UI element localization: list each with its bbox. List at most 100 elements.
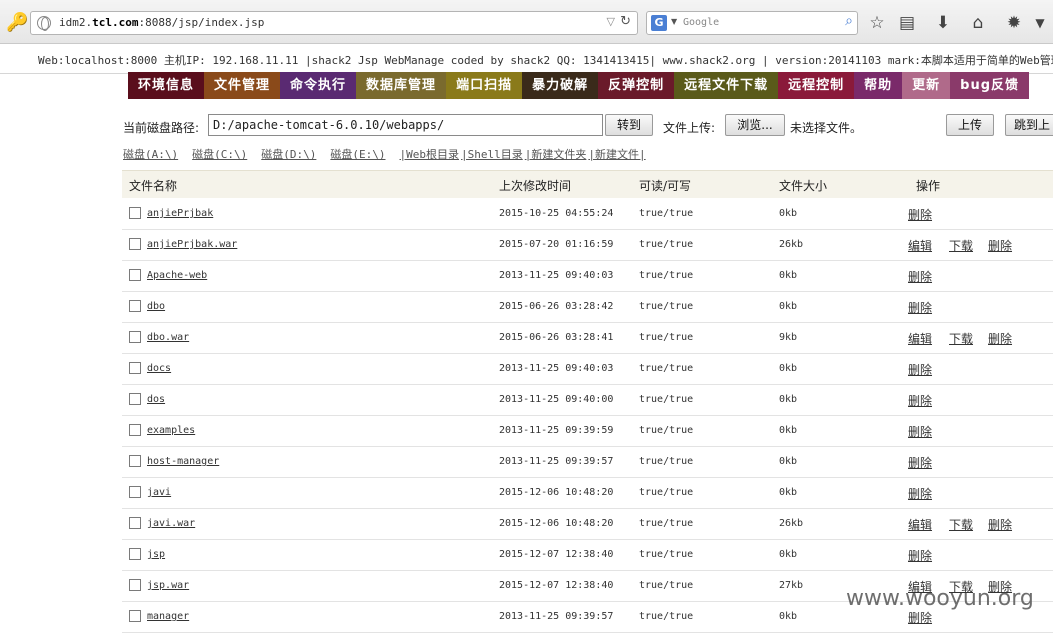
nav-tab[interactable]: 远程文件下载 <box>674 72 779 99</box>
file-name-link[interactable]: jsp <box>147 549 165 560</box>
modified-time: 2013-11-25 09:40:00 <box>499 394 614 405</box>
shell-info-bar: Web:localhost:8000 主机IP: 192.168.11.11 |… <box>0 44 1053 74</box>
shell-dir-link[interactable]: |Shell目录 <box>461 148 523 161</box>
file-name-link[interactable]: javi <box>147 487 171 498</box>
web-root-link[interactable]: |Web根目录 <box>400 148 460 161</box>
nav-tab[interactable]: 环境信息 <box>128 72 205 99</box>
delete-link[interactable]: 删除 <box>908 423 932 440</box>
download-link[interactable]: 下载 <box>949 516 973 533</box>
drive-e-link[interactable]: 磁盘(E:\) <box>330 148 385 161</box>
file-name-link[interactable]: javi.war <box>147 518 195 529</box>
download-icon[interactable]: ⬇ <box>932 12 954 34</box>
download-link[interactable]: 下载 <box>949 330 973 347</box>
upload-button[interactable]: 上传 <box>946 114 994 136</box>
row-checkbox[interactable] <box>129 610 141 622</box>
rw-permission: true/true <box>639 208 694 219</box>
drive-c-link[interactable]: 磁盘(C:\) <box>192 148 247 161</box>
file-size: 0kb <box>779 208 798 219</box>
nav-tab[interactable]: 暴力破解 <box>522 72 599 99</box>
file-name-link[interactable]: host-manager <box>147 456 219 467</box>
delete-link[interactable]: 删除 <box>908 361 932 378</box>
delete-link[interactable]: 删除 <box>908 609 932 626</box>
delete-link[interactable]: 删除 <box>908 268 932 285</box>
delete-link[interactable]: 删除 <box>908 485 932 502</box>
reload-icon[interactable]: ↻ <box>620 14 631 29</box>
delete-link[interactable]: 删除 <box>988 237 1012 254</box>
file-name-link[interactable]: anjiePrjbak.war <box>147 239 237 250</box>
row-checkbox[interactable] <box>129 207 141 219</box>
nav-tab[interactable]: 文件管理 <box>204 72 281 99</box>
row-checkbox[interactable] <box>129 486 141 498</box>
bookmark-star-icon[interactable]: ☆ <box>866 12 888 34</box>
nav-tab[interactable]: 端口扫描 <box>446 72 523 99</box>
addon-icon[interactable]: ✹ <box>1003 12 1025 34</box>
modified-time: 2013-11-25 09:39:57 <box>499 456 614 467</box>
edit-link[interactable]: 编辑 <box>908 237 932 254</box>
table-row: anjiePrjbak.war 2015-07-20 01:16:59 true/t… <box>122 230 1053 261</box>
nav-tab[interactable]: bug反馈 <box>950 72 1030 99</box>
row-checkbox[interactable] <box>129 455 141 467</box>
edit-link[interactable]: 编辑 <box>908 516 932 533</box>
row-checkbox[interactable] <box>129 517 141 529</box>
file-name-link[interactable]: manager <box>147 611 189 622</box>
file-name-link[interactable]: anjiePrjbak <box>147 208 213 219</box>
delete-link[interactable]: 删除 <box>988 330 1012 347</box>
row-checkbox[interactable] <box>129 579 141 591</box>
watermark: www.wooyun.org <box>846 586 1034 611</box>
search-bar[interactable]: G ▼ Google ⌕ <box>646 11 858 35</box>
path-input[interactable] <box>208 114 603 136</box>
table-row: javi 2015-12-06 10:48:20 true/true 0kb 删除 <box>122 478 1053 509</box>
nav-tab[interactable]: 命令执行 <box>280 72 357 99</box>
new-file-link[interactable]: |新建文件| <box>588 148 645 161</box>
table-row: jsp 2015-12-07 12:38:40 true/true 0kb 删除 <box>122 540 1053 571</box>
google-icon[interactable]: G <box>651 15 667 31</box>
delete-link[interactable]: 删除 <box>908 392 932 409</box>
file-name-link[interactable]: jsp.war <box>147 580 189 591</box>
url-dropdown-icon[interactable]: ▽ <box>607 15 615 28</box>
row-checkbox[interactable] <box>129 424 141 436</box>
row-checkbox[interactable] <box>129 362 141 374</box>
new-folder-link[interactable]: |新建文件夹 <box>525 148 587 161</box>
modified-time: 2015-12-07 12:38:40 <box>499 580 614 591</box>
row-checkbox[interactable] <box>129 269 141 281</box>
file-name-link[interactable]: Apache-web <box>147 270 207 281</box>
browse-button[interactable]: 浏览... <box>725 114 785 136</box>
delete-link[interactable]: 删除 <box>908 206 932 223</box>
go-button[interactable]: 转到 <box>605 114 653 136</box>
nav-tab[interactable]: 帮助 <box>854 72 903 99</box>
file-name-link[interactable]: dbo.war <box>147 332 189 343</box>
delete-link[interactable]: 删除 <box>908 454 932 471</box>
row-checkbox[interactable] <box>129 548 141 560</box>
search-engine-dropdown-icon[interactable]: ▼ <box>671 17 677 26</box>
delete-link[interactable]: 删除 <box>908 547 932 564</box>
row-checkbox[interactable] <box>129 393 141 405</box>
nav-tab[interactable]: 更新 <box>902 72 951 99</box>
delete-link[interactable]: 删除 <box>988 516 1012 533</box>
file-name-link[interactable]: dos <box>147 394 165 405</box>
row-checkbox[interactable] <box>129 238 141 250</box>
edit-link[interactable]: 编辑 <box>908 330 932 347</box>
file-name-link[interactable]: dbo <box>147 301 165 312</box>
rw-permission: true/true <box>639 549 694 560</box>
row-checkbox[interactable] <box>129 331 141 343</box>
drive-d-link[interactable]: 磁盘(D:\) <box>261 148 316 161</box>
delete-link[interactable]: 删除 <box>908 299 932 316</box>
url-text[interactable]: idm2.tcl.com:8088/jsp/index.jsp <box>59 16 264 29</box>
nav-tab[interactable]: 反弹控制 <box>598 72 675 99</box>
menu-dropdown-icon[interactable]: ▼ <box>1029 12 1051 34</box>
search-placeholder[interactable]: Google <box>683 17 719 28</box>
home-icon[interactable]: ⌂ <box>967 12 989 34</box>
nav-tab[interactable]: 远程控制 <box>778 72 855 99</box>
row-checkbox[interactable] <box>129 300 141 312</box>
search-icon[interactable]: ⌕ <box>845 13 853 29</box>
bookmarks-list-icon[interactable]: ▤ <box>896 12 918 34</box>
address-bar[interactable]: idm2.tcl.com:8088/jsp/index.jsp ▽ ↻ <box>30 11 638 35</box>
nav-tab[interactable]: 数据库管理 <box>356 72 447 99</box>
download-link[interactable]: 下载 <box>949 237 973 254</box>
file-size: 26kb <box>779 239 804 250</box>
drive-a-link[interactable]: 磁盘(A:\) <box>123 148 178 161</box>
key-icon[interactable]: 🔑 <box>6 12 28 33</box>
file-name-link[interactable]: examples <box>147 425 195 436</box>
jump-up-button[interactable]: 跳到上 <box>1005 114 1053 136</box>
file-name-link[interactable]: docs <box>147 363 171 374</box>
